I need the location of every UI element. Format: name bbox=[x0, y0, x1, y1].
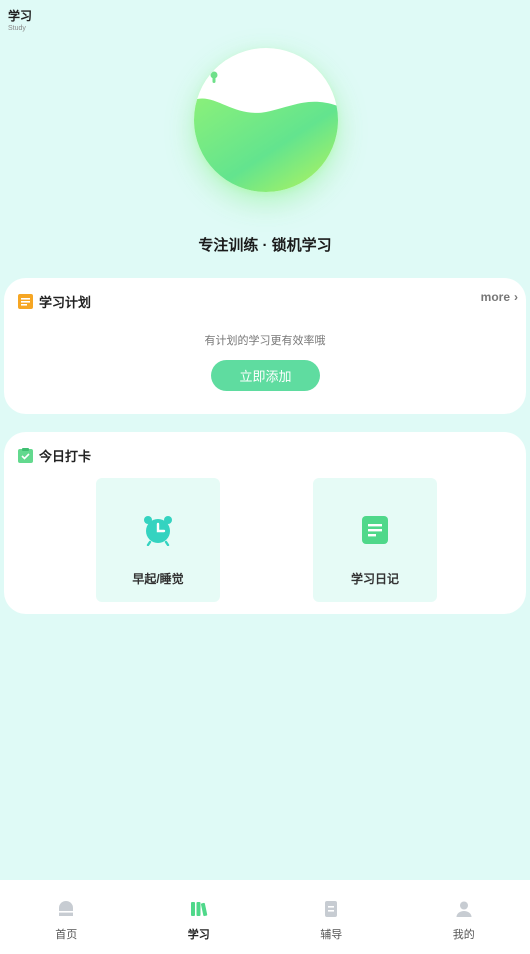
lock-icon bbox=[197, 48, 231, 91]
home-icon bbox=[59, 901, 74, 916]
add-plan-button[interactable]: 立即添加 bbox=[211, 360, 320, 391]
diary-note-icon bbox=[362, 516, 388, 544]
tab-tutoring-label: 辅导 bbox=[320, 929, 343, 941]
tile-wake-sleep[interactable]: 早起/睡觉 bbox=[96, 478, 220, 602]
tab-tutoring[interactable]: 辅导 bbox=[265, 880, 398, 954]
tile-study-diary[interactable]: 学习日记 bbox=[313, 478, 437, 602]
focus-lock-orb[interactable] bbox=[194, 48, 338, 192]
alarm-clock-icon bbox=[144, 516, 172, 546]
tutoring-icon bbox=[325, 901, 338, 917]
tab-profile[interactable]: 我的 bbox=[398, 880, 530, 954]
tab-home-label: 首页 bbox=[55, 929, 78, 941]
page-header: 学习 Study bbox=[8, 8, 32, 33]
page-subtitle: Study bbox=[8, 25, 26, 32]
tile-wake-sleep-label: 早起/睡觉 bbox=[132, 572, 184, 586]
daily-checkin-card: 今日打卡 早起/睡觉 学习日记 bbox=[4, 432, 526, 614]
tab-study-label: 学习 bbox=[187, 929, 210, 941]
bottom-tab-bar: 首页 学习 辅导 我的 bbox=[0, 880, 530, 954]
chevron-right-icon: › bbox=[514, 290, 518, 304]
green-clipboard-check-icon bbox=[18, 448, 33, 463]
study-plan-card: 学习计划 more › 有计划的学习更有效率哦 立即添加 bbox=[4, 278, 526, 414]
daily-checkin-title: 今日打卡 bbox=[39, 449, 92, 464]
page-title: 学习 bbox=[8, 9, 33, 23]
orange-notepad-icon bbox=[18, 294, 33, 309]
tab-home[interactable]: 首页 bbox=[0, 880, 133, 954]
daily-checkin-header: 今日打卡 bbox=[18, 446, 91, 465]
books-icon bbox=[190, 902, 207, 917]
tab-profile-label: 我的 bbox=[452, 929, 475, 941]
tile-study-diary-label: 学习日记 bbox=[350, 572, 399, 586]
focus-training-title: 专注训练 · 锁机学习 bbox=[198, 237, 332, 254]
tab-study[interactable]: 学习 bbox=[133, 880, 266, 954]
profile-icon bbox=[456, 901, 472, 917]
study-plan-header: 学习计划 bbox=[18, 292, 91, 311]
more-label: more bbox=[480, 290, 510, 304]
study-plan-title: 学习计划 bbox=[39, 295, 92, 310]
study-plan-hint: 有计划的学习更有效率哦 bbox=[204, 335, 326, 347]
more-link[interactable]: more › bbox=[481, 290, 518, 304]
